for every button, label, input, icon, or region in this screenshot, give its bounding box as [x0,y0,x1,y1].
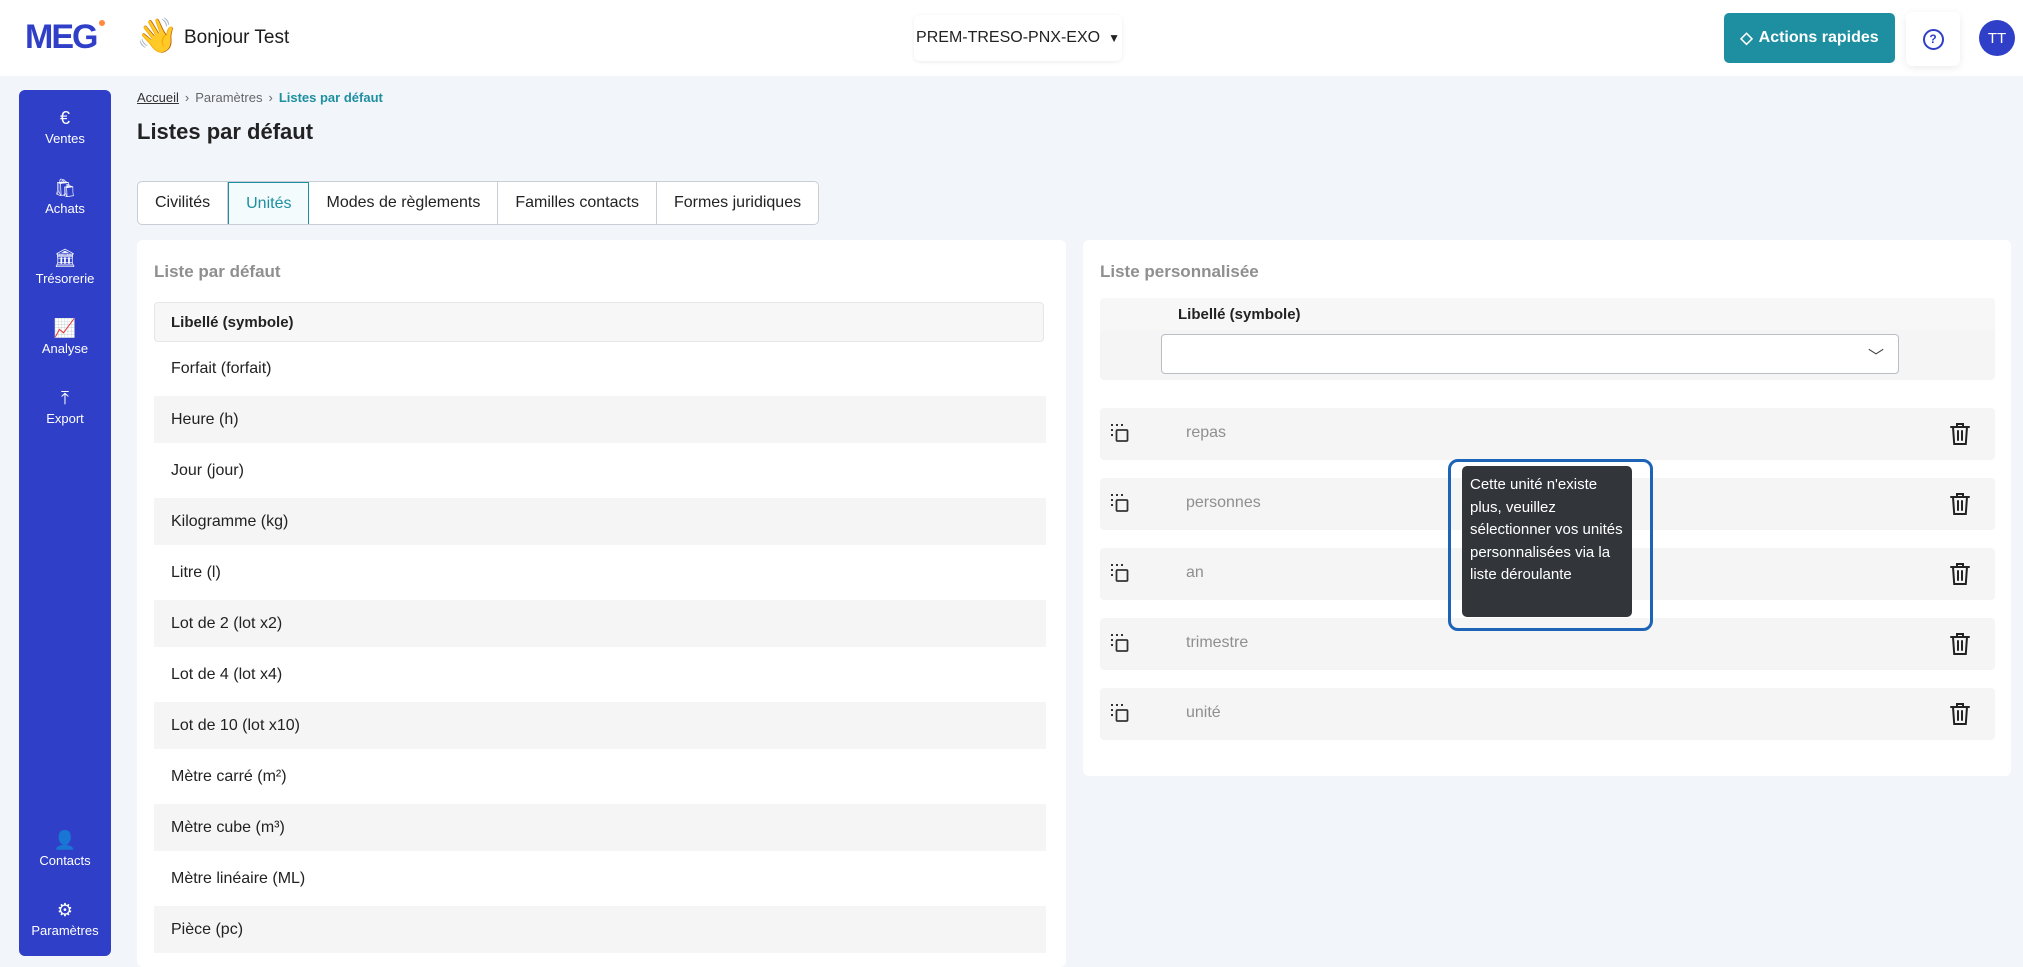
custom-list-title: Liste personnalisée [1100,262,1259,281]
table-row: Litre (l) [171,563,221,581]
company-name: PREM-TRESO-PNX-EXO [916,29,1101,46]
sidebar-item-label: Contacts [39,853,91,868]
chevron-right-icon: › [184,90,190,105]
table-row: Mètre carré (m²) [171,767,287,785]
meg-logo[interactable]: MEG [25,18,106,57]
help-icon: ? [1922,28,1944,50]
table-row: Lot de 10 (lot x10) [154,702,1046,749]
custom-unit-row: repas [1100,408,1995,460]
table-row: Pièce (pc) [154,906,1046,953]
sidebar-item-analyse[interactable]: 📈 Analyse [19,318,111,356]
table-row: Mètre linéaire (ML) [171,869,306,887]
table-row: Forfait (forfait) [171,359,272,377]
waving-hand-icon: 👋 [136,17,179,55]
top-header: MEG 👋 Bonjour Test PREM-TRESO-PNX-EXO ▼ … [0,0,2023,76]
export-icon: ⤒ [61,388,69,408]
sidebar-item-tresorerie[interactable]: 🏛 Trésorerie [19,248,111,286]
sidebar-item-contacts[interactable]: 👤 Contacts [19,830,111,868]
shapes-icon: ◇ [1740,30,1753,47]
unit-label: personnes [1186,494,1261,511]
chevron-down-icon: ▼ [1108,31,1120,45]
trash-icon[interactable] [1949,422,1971,446]
company-selector[interactable]: PREM-TRESO-PNX-EXO ▼ [914,15,1122,61]
shopping-bag-icon: 🛍 [53,178,77,198]
drag-handle-icon[interactable] [1110,423,1130,443]
unit-label: an [1186,564,1204,581]
table-header: Libellé (symbole) [1100,298,1995,330]
trash-icon[interactable] [1949,492,1971,516]
trash-icon[interactable] [1949,702,1971,726]
unit-label: repas [1186,424,1227,441]
help-button[interactable]: ? [1906,12,1960,66]
contacts-icon: 👤 [53,830,77,850]
table-row: Kilogramme (kg) [154,498,1046,545]
drag-handle-icon[interactable] [1110,493,1130,513]
sidebar-item-label: Export [46,411,84,426]
sidebar-item-export[interactable]: ⤒ Export [19,388,111,426]
euro-icon: € [59,108,70,128]
unit-label: unité [1186,704,1221,721]
sidebar-item-achats[interactable]: 🛍 Achats [19,178,111,216]
chevron-down-icon: ﹀ [1867,349,1884,366]
sidebar-item-label: Achats [45,201,85,216]
custom-unit-row: unité [1100,688,1995,740]
drag-handle-icon[interactable] [1110,703,1130,723]
table-row: Mètre cube (m³) [154,804,1046,851]
user-avatar[interactable]: TT [1979,20,2015,56]
sidebar-item-label: Paramètres [31,923,99,938]
tab-familles-contacts[interactable]: Familles contacts [498,182,657,224]
unit-label: trimestre [1186,634,1249,651]
table-row: Lot de 4 (lot x4) [171,665,283,683]
sidebar-item-label: Ventes [45,131,85,146]
page-title: Listes par défaut [137,119,314,144]
breadcrumb-settings[interactable]: Paramètres [195,90,262,105]
sidebar: € Ventes 🛍 Achats 🏛 Trésorerie 📈 Analyse… [19,90,111,956]
table-row: Jour (jour) [171,461,244,479]
table-row: Heure (h) [154,396,1046,443]
default-list-title: Liste par défaut [154,262,281,281]
table-header: Libellé (symbole) [154,302,1044,342]
sidebar-item-label: Analyse [41,341,89,356]
unit-select-row: ﹀ [1100,330,1995,380]
unit-select[interactable]: ﹀ [1161,334,1899,374]
breadcrumb: Accueil › Paramètres › Listes par défaut [137,90,383,105]
tab-formes-juridiques[interactable]: Formes juridiques [657,182,818,224]
quick-actions-button[interactable]: ◇ Actions rapides [1724,13,1895,63]
drag-handle-icon[interactable] [1110,563,1130,583]
chart-icon: 📈 [53,318,77,338]
table-row: Lot de 2 (lot x2) [154,600,1046,647]
greeting-text: Bonjour Test [184,27,290,48]
tab-civilites[interactable]: Civilités [138,182,229,224]
tab-bar: Civilités Unités Modes de règlements Fam… [137,181,820,225]
default-list-panel: Liste par défaut Libellé (symbole) Forfa… [137,240,1066,967]
bank-icon: 🏛 [53,248,77,268]
gear-icon: ⚙ [56,900,74,920]
sidebar-item-label: Trésorerie [35,271,95,286]
sidebar-item-ventes[interactable]: € Ventes [19,108,111,146]
chevron-right-icon: › [268,90,273,105]
tab-modes-reglements[interactable]: Modes de règlements [309,182,499,224]
drag-handle-icon[interactable] [1110,633,1130,653]
trash-icon[interactable] [1949,562,1971,586]
breadcrumb-home[interactable]: Accueil [137,90,179,105]
tab-unites[interactable]: Unités [228,182,310,224]
quick-actions-label: Actions rapides [1758,29,1879,46]
unit-warning-tooltip: Cette unité n'existe plus, veuillez séle… [1462,466,1632,617]
sidebar-item-parametres[interactable]: ⚙ Paramètres [19,900,111,938]
trash-icon[interactable] [1949,632,1971,656]
breadcrumb-current: Listes par défaut [278,90,383,105]
